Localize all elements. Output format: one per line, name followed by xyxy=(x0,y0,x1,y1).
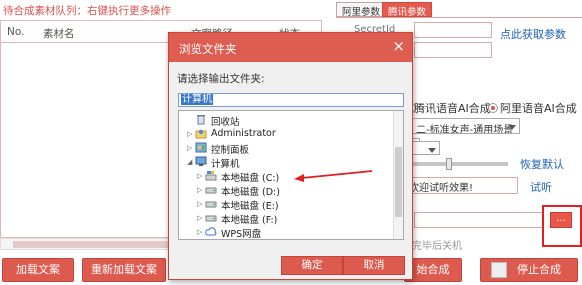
folder-path-value: 计算机 xyxy=(181,94,213,105)
folder-tree[interactable]: 回收站 ▷ Administrator ▷ 控制面板 ◢ 计算机 ▷ 本地磁盘 … xyxy=(178,110,404,240)
scrollbar-thumb[interactable] xyxy=(395,147,402,217)
voice-option-tencent: 腾讯语音AI合成 xyxy=(414,102,491,115)
tree-item-disk-f[interactable]: ▷ 本地磁盘 (F:) xyxy=(197,212,387,226)
close-icon[interactable]: × xyxy=(392,39,405,54)
tree-item-recycle[interactable]: 回收站 xyxy=(187,114,387,128)
chevron-down-icon xyxy=(508,125,516,130)
computer-icon xyxy=(195,156,207,166)
radio-ali[interactable] xyxy=(488,103,498,113)
collapse-arrow-icon[interactable]: ◢ xyxy=(187,158,192,166)
chevron-down-icon xyxy=(428,148,436,153)
tree-item-label: 本地磁盘 (C:) xyxy=(221,173,280,184)
dialog-prompt: 请选择输出文件夹: xyxy=(177,73,265,85)
dialog-titlebar[interactable]: 浏览文件夹 × xyxy=(169,33,412,62)
queue-title: 待合成素材队列：右键执行更多操作 xyxy=(3,5,171,17)
control-panel-icon xyxy=(195,142,207,153)
expand-arrow-icon[interactable]: ▷ xyxy=(197,228,202,236)
tree-item-control-panel[interactable]: ▷ 控制面板 xyxy=(187,142,387,156)
disk-icon xyxy=(205,187,217,194)
column-material[interactable]: 素材名 xyxy=(43,26,75,41)
disk-icon xyxy=(205,215,217,222)
expand-arrow-icon[interactable]: ▷ xyxy=(197,172,202,180)
volume-select[interactable] xyxy=(412,141,440,155)
tree-item-administrator[interactable]: ▷ Administrator xyxy=(187,128,387,141)
expand-arrow-icon[interactable]: ▷ xyxy=(197,214,202,222)
folder-path-field[interactable]: 计算机 xyxy=(178,93,404,107)
tab-ali[interactable]: 阿里参数 xyxy=(336,2,387,18)
recycle-bin-icon xyxy=(197,115,205,125)
tree-item-label: 本地磁盘 (F:) xyxy=(221,215,278,226)
voice-option-ali: 阿里语音AI合成 xyxy=(500,102,577,115)
secret-id-input[interactable] xyxy=(414,22,492,38)
tree-item-label: 本地磁盘 (D:) xyxy=(221,187,280,198)
slider-track[interactable] xyxy=(412,162,508,166)
tree-item-disk-c[interactable]: ▷ 本地磁盘 (C:) xyxy=(197,170,387,184)
stop-icon xyxy=(491,262,507,278)
stop-synthesis-label: 停止合成 xyxy=(517,263,561,276)
expand-arrow-icon[interactable]: ▷ xyxy=(187,144,192,152)
ok-button[interactable]: 确定 xyxy=(281,256,343,275)
tree-item-label: 回收站 xyxy=(211,117,240,128)
tree-item-disk-e[interactable]: ▷ 本地磁盘 (E:) xyxy=(197,198,387,212)
get-params-link[interactable]: 点此获取参数 xyxy=(500,26,566,42)
cloud-icon xyxy=(205,227,217,236)
secret-key-input[interactable] xyxy=(414,42,492,58)
tree-item-label: WPS网盘 xyxy=(221,229,262,240)
disk-icon xyxy=(205,201,217,208)
voice-select-value: 二-标准女声-通用场景 xyxy=(416,125,514,134)
tree-item-label: 本地磁盘 (E:) xyxy=(221,201,279,212)
annotation-highlight-box xyxy=(542,205,582,247)
slider-thumb[interactable] xyxy=(446,158,452,170)
browse-folder-dialog: 浏览文件夹 × 请选择输出文件夹: 计算机 回收站 ▷ Administrato… xyxy=(168,32,413,280)
expand-arrow-icon[interactable]: ▷ xyxy=(197,186,202,194)
load-script-button[interactable]: 加载文案 xyxy=(2,258,74,282)
listen-link[interactable]: 试听 xyxy=(530,179,552,195)
tree-item-label: 控制面板 xyxy=(211,145,250,156)
reset-default-link[interactable]: 恢复默认 xyxy=(520,156,564,172)
expand-arrow-icon[interactable]: ▷ xyxy=(187,130,192,138)
system-disk-icon xyxy=(205,171,217,181)
tree-item-computer[interactable]: ◢ 计算机 xyxy=(187,156,387,170)
tree-vertical-scrollbar[interactable] xyxy=(393,111,403,239)
expand-arrow-icon[interactable]: ▷ xyxy=(197,200,202,208)
stop-synthesis-button[interactable]: 停止合成 xyxy=(480,258,578,282)
user-folder-icon xyxy=(195,129,207,139)
dialog-title: 浏览文件夹 xyxy=(179,42,237,56)
column-no[interactable]: No. xyxy=(7,26,24,38)
cancel-button[interactable]: 取消 xyxy=(343,256,405,275)
reload-script-button[interactable]: 重新加载文案 xyxy=(82,258,166,282)
preview-text-input[interactable]: ，欢迎试听效果! xyxy=(396,177,518,194)
tree-item-disk-d[interactable]: ▷ 本地磁盘 (D:) xyxy=(197,184,387,198)
tab-tencent[interactable]: 腾讯参数 xyxy=(382,2,433,18)
tree-item-label: 计算机 xyxy=(211,159,240,170)
tab-divider xyxy=(336,17,582,18)
output-path-input[interactable] xyxy=(414,212,544,228)
tree-item-label: Administrator xyxy=(211,128,276,139)
voice-select[interactable]: 二-标准女声-通用场景 xyxy=(412,118,520,134)
tree-item-wps-cloud[interactable]: ▷ WPS网盘 xyxy=(197,226,387,239)
